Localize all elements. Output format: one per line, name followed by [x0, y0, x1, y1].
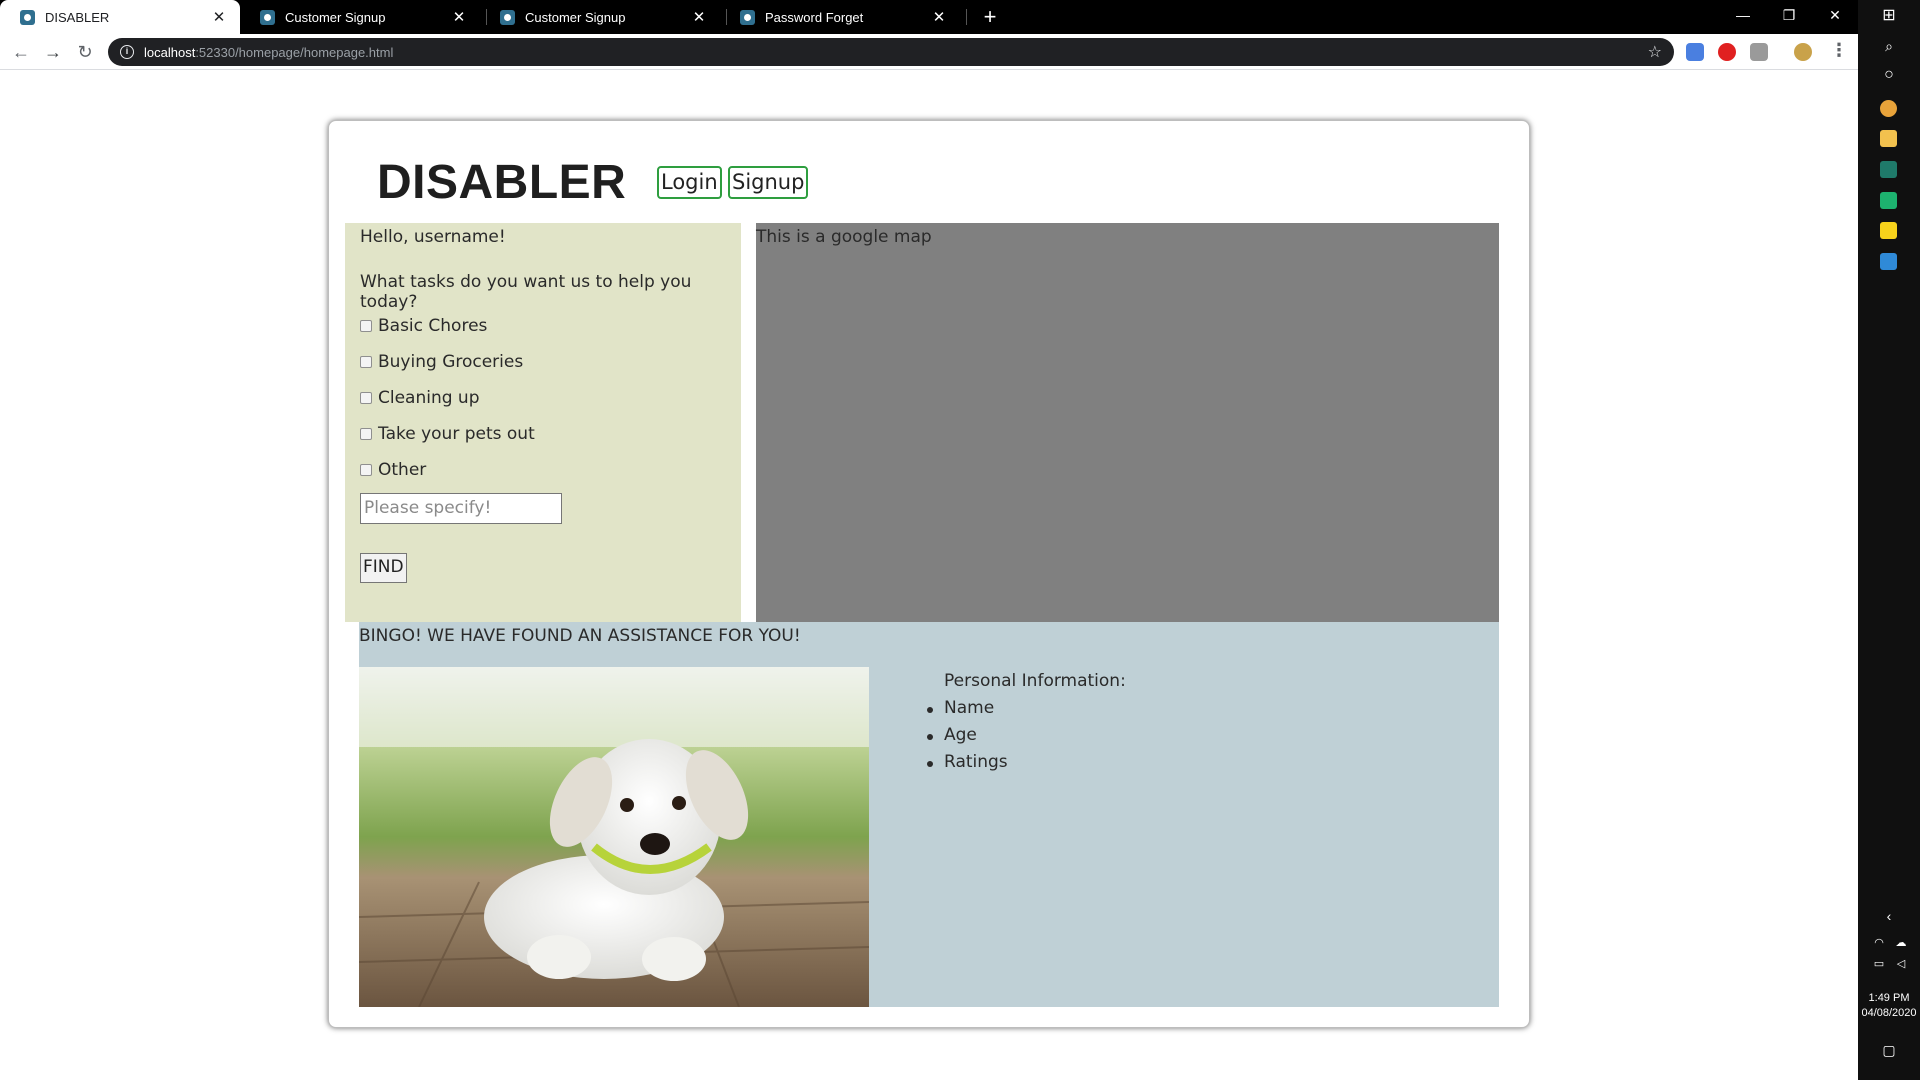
reload-icon[interactable]: ↻	[72, 39, 98, 65]
map-placeholder[interactable]: This is a google map	[756, 223, 1499, 622]
address-bar[interactable]: i localhost :52330/homepage/homepage.htm…	[108, 38, 1674, 66]
chevron-left-icon[interactable]: ‹	[1879, 906, 1899, 926]
task-checkbox[interactable]	[360, 392, 372, 404]
close-tab-icon[interactable]: ✕	[450, 8, 468, 26]
tab-title: Password Forget	[765, 9, 864, 25]
tab-title: Customer Signup	[285, 9, 386, 25]
page-favicon-icon	[500, 9, 515, 25]
personal-info-title: Personal Information:	[944, 671, 1126, 691]
find-button[interactable]: FIND	[360, 553, 407, 583]
cortana-icon[interactable]: ○	[1879, 65, 1899, 85]
network-icon[interactable]: ◠	[1869, 933, 1889, 953]
greeting-text: Hello, username!	[360, 227, 506, 247]
tab-title: DISABLER	[45, 9, 110, 25]
task-option[interactable]: Cleaning up	[360, 388, 480, 408]
list-item: Ratings	[927, 752, 1008, 779]
assistant-photo	[359, 667, 869, 1007]
notifications-icon[interactable]: ▢	[1879, 1040, 1899, 1060]
browser-toolbar: ← → ↻ i localhost :52330/homepage/homepa…	[0, 34, 1858, 70]
tab-title: Customer Signup	[525, 9, 626, 25]
url-path: :52330/homepage/homepage.html	[195, 44, 394, 60]
browser-tab-strip: DISABLER ✕ Customer Signup ✕ Customer Si…	[0, 0, 1858, 34]
close-window-icon[interactable]: ✕	[1812, 0, 1858, 34]
result-panel: BINGO! WE HAVE FOUND AN ASSISTANCE FOR Y…	[359, 622, 1499, 1007]
personal-info-list: Name Age Ratings	[927, 698, 1008, 779]
restore-icon[interactable]: ❐	[1766, 0, 1812, 34]
vscode-app-icon[interactable]	[1880, 253, 1897, 270]
task-label: Buying Groceries	[378, 352, 524, 372]
taskbar-date: 04/08/2020	[1861, 1007, 1917, 1019]
list-item: Name	[927, 698, 1008, 725]
file-explorer-icon[interactable]	[1880, 130, 1897, 147]
taskbar-time: 1:49 PM	[1868, 992, 1910, 1004]
browser-tab[interactable]: Customer Signup ✕	[480, 0, 720, 34]
translate-extension-icon[interactable]	[1686, 43, 1704, 61]
login-button[interactable]: Login	[657, 166, 722, 199]
list-item: Age	[927, 725, 1008, 752]
result-headline: BINGO! WE HAVE FOUND AN ASSISTANCE FOR Y…	[359, 626, 801, 646]
task-form-panel: Hello, username! What tasks do you want …	[345, 223, 741, 622]
page-favicon-icon	[260, 9, 275, 25]
bookmark-star-icon[interactable]: ☆	[1648, 42, 1662, 62]
task-label: Basic Chores	[378, 316, 488, 336]
windows-taskbar: ⊞ ⌕ ○ ‹ ◠ ☁ ▭ ◁ 1:49 PM 04/08/2020 ▢	[1858, 0, 1920, 1080]
page-favicon-icon	[20, 9, 35, 25]
pycharm-app-icon[interactable]	[1880, 192, 1897, 209]
new-tab-icon[interactable]: +	[977, 4, 1003, 30]
brand-logo: DISABLER	[377, 156, 627, 209]
task-label: Take your pets out	[378, 424, 535, 444]
tab-divider	[966, 9, 967, 25]
page-favicon-icon	[740, 9, 755, 25]
browser-menu-icon[interactable]: ⋮	[1830, 40, 1848, 61]
task-question: What tasks do you want us to help you to…	[360, 272, 692, 312]
close-tab-icon[interactable]: ✕	[690, 8, 708, 26]
back-arrow-icon[interactable]: ←	[8, 39, 34, 65]
close-tab-icon[interactable]: ✕	[210, 8, 228, 26]
task-option[interactable]: Buying Groceries	[360, 352, 523, 372]
task-checkbox[interactable]	[360, 428, 372, 440]
page-card: DISABLER Login Signup Hello, username! W…	[328, 120, 1530, 1028]
eclipse-app-icon[interactable]	[1880, 161, 1897, 178]
minimize-icon[interactable]: —	[1720, 0, 1766, 34]
task-checkbox[interactable]	[360, 356, 372, 368]
specify-input[interactable]: Please specify!	[360, 493, 562, 524]
puppy-image	[359, 667, 869, 1007]
browser-tab[interactable]: DISABLER ✕	[0, 0, 240, 34]
signup-button[interactable]: Signup	[728, 166, 809, 199]
task-option[interactable]: Take your pets out	[360, 424, 535, 444]
battery-icon[interactable]: ▭	[1869, 954, 1889, 974]
volume-icon[interactable]: ◁	[1891, 954, 1911, 974]
task-checkbox[interactable]	[360, 464, 372, 476]
browser-tab[interactable]: Password Forget ✕	[720, 0, 960, 34]
forward-arrow-icon[interactable]: →	[40, 39, 66, 65]
task-label: Other	[378, 460, 427, 480]
site-info-icon[interactable]: i	[120, 45, 134, 59]
browser-tab[interactable]: Customer Signup ✕	[240, 0, 480, 34]
task-option[interactable]: Basic Chores	[360, 316, 487, 336]
chrome-app-icon[interactable]	[1880, 100, 1897, 117]
task-label: Cleaning up	[378, 388, 480, 408]
sticky-notes-icon[interactable]	[1880, 222, 1897, 239]
map-placeholder-text: This is a google map	[756, 227, 932, 247]
chat-icon[interactable]: ☁	[1891, 933, 1911, 953]
task-option[interactable]: Other	[360, 460, 426, 480]
windows-start-icon[interactable]: ⊞	[1879, 6, 1899, 26]
task-checkbox[interactable]	[360, 320, 372, 332]
url-host: localhost	[144, 44, 196, 60]
close-tab-icon[interactable]: ✕	[930, 8, 948, 26]
extension-icon[interactable]	[1750, 43, 1768, 61]
profile-avatar[interactable]	[1794, 43, 1812, 61]
search-icon[interactable]: ⌕	[1879, 36, 1899, 56]
opera-extension-icon[interactable]	[1718, 43, 1736, 61]
